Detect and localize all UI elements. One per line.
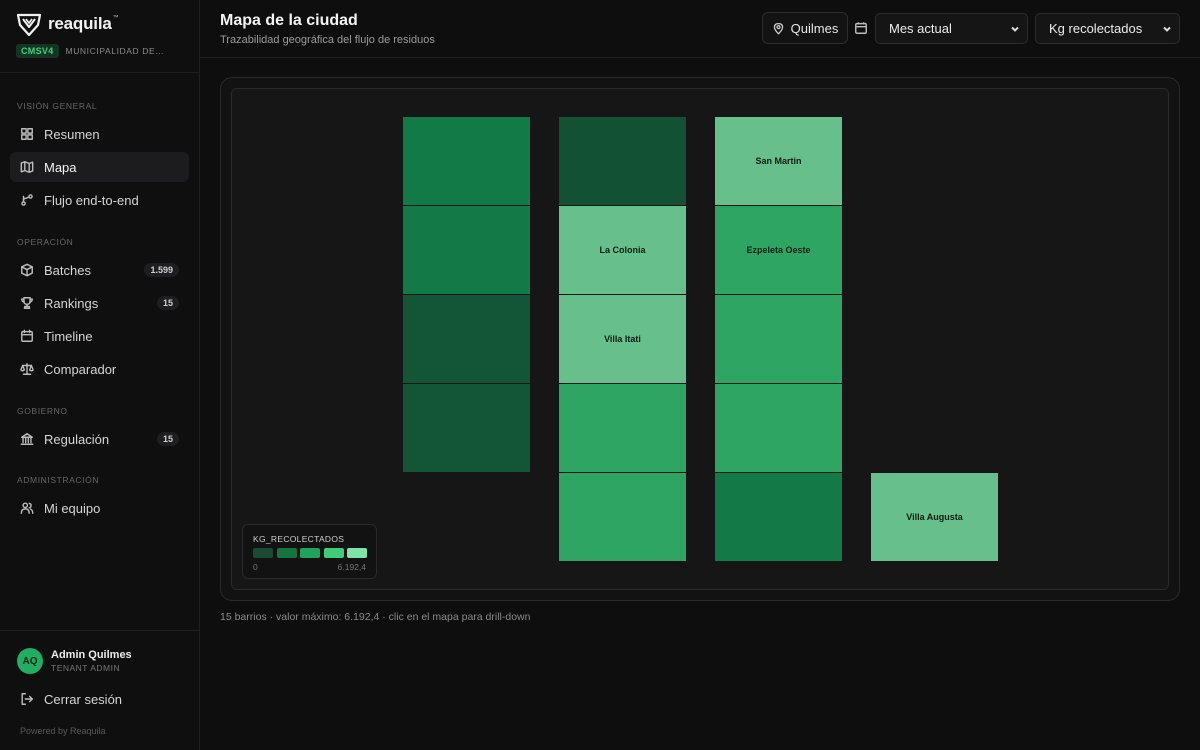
user-role: TENANT ADMIN bbox=[51, 663, 121, 673]
map-cell-barrio-3[interactable] bbox=[403, 384, 530, 472]
sidebar-item-label: Resumen bbox=[44, 126, 100, 142]
legend-max: 6.192,4 bbox=[337, 562, 366, 572]
map-cell-la-colonia[interactable]: La Colonia bbox=[559, 206, 686, 294]
sidebar-item-resumen[interactable]: Resumen bbox=[10, 119, 189, 149]
sidebar-item-label: Mi equipo bbox=[44, 500, 101, 516]
map-cell-ezpeleta-oeste[interactable]: Ezpeleta Oeste bbox=[715, 206, 842, 294]
map-cell-label: La Colonia bbox=[599, 245, 646, 255]
map-cell-barrio-7[interactable] bbox=[559, 384, 686, 472]
sidebar-item-label: Timeline bbox=[44, 328, 93, 344]
user-name: Admin Quilmes bbox=[51, 649, 132, 661]
legend-title: KG_RECOLECTADOS bbox=[253, 534, 345, 544]
metric-select[interactable]: Kg recolectados bbox=[1035, 13, 1180, 44]
map-cell-label: Villa Augusta bbox=[906, 512, 963, 522]
landmark-icon bbox=[20, 432, 34, 446]
chevron-down-icon bbox=[1163, 26, 1171, 32]
grid-icon bbox=[20, 127, 34, 141]
box-icon bbox=[20, 263, 34, 277]
location-label: Quilmes bbox=[790, 20, 839, 36]
map-cell-villa-augusta[interactable]: Villa Augusta bbox=[871, 473, 998, 561]
chevron-down-icon bbox=[1011, 26, 1019, 32]
sidebar-divider bbox=[0, 72, 200, 73]
legend-min: 0 bbox=[253, 562, 258, 572]
sidebar-item-label: Regulación bbox=[44, 431, 110, 447]
sidebar-item-batches[interactable]: Batches 1.599 bbox=[10, 255, 189, 285]
sidebar: reaquila ™ CMSV4 MUNICIPALIDAD DE QUILME… bbox=[0, 0, 200, 750]
users-icon bbox=[20, 501, 34, 515]
sidebar-item-rankings[interactable]: Rankings 15 bbox=[10, 288, 189, 318]
legend-swatch bbox=[323, 548, 344, 558]
map-cell-barrio-2[interactable] bbox=[403, 295, 530, 383]
sidebar-item-flujo[interactable]: Flujo end-to-end bbox=[10, 185, 189, 215]
sidebar-item-label: Comparador bbox=[44, 361, 117, 377]
map-cell-label: Ezpeleta Oeste bbox=[746, 245, 811, 255]
map-cell-barrio-0[interactable] bbox=[403, 117, 530, 205]
sidebar-item-mi-equipo[interactable]: Mi equipo bbox=[10, 493, 189, 523]
scale-icon bbox=[20, 362, 34, 376]
reaquila-logo-icon bbox=[16, 12, 42, 37]
logout-button[interactable]: Cerrar sesión bbox=[10, 684, 189, 714]
sidebar-item-label: Batches bbox=[44, 262, 91, 278]
map-cell-san-martin[interactable]: San Martin bbox=[715, 117, 842, 205]
count-badge: 15 bbox=[156, 432, 179, 446]
logout-label: Cerrar sesión bbox=[44, 691, 123, 707]
section-label-vision-general: VISIÓN GENERAL bbox=[17, 101, 98, 111]
section-label-administracion: ADMINISTRACIÓN bbox=[17, 475, 100, 485]
sidebar-item-label: Flujo end-to-end bbox=[44, 192, 139, 208]
page-title: Mapa de la ciudad bbox=[220, 12, 358, 29]
map-legend: KG_RECOLECTADOS 0 6.192,4 bbox=[242, 524, 377, 579]
tenant-info: CMSV4 MUNICIPALIDAD DE QUILMES bbox=[16, 44, 196, 58]
map-cell-villa-itati[interactable]: Villa Itati bbox=[559, 295, 686, 383]
page-subtitle: Trazabilidad geográfica del flujo de res… bbox=[220, 34, 435, 46]
count-badge: 15 bbox=[156, 296, 179, 310]
sidebar-item-timeline[interactable]: Timeline bbox=[10, 321, 189, 351]
map-cell-barrio-1[interactable] bbox=[403, 206, 530, 294]
brand-name: reaquila bbox=[48, 14, 112, 33]
map-cell-barrio-4[interactable] bbox=[559, 117, 686, 205]
location-button[interactable]: Quilmes bbox=[762, 12, 848, 44]
flow-icon bbox=[20, 193, 34, 207]
legend-swatch bbox=[347, 548, 367, 558]
user-profile[interactable]: AQ Admin Quilmes TENANT ADMIN bbox=[17, 648, 132, 674]
count-badge: 1.599 bbox=[144, 263, 179, 277]
sidebar-item-label: Mapa bbox=[44, 159, 77, 175]
sidebar-item-mapa[interactable]: Mapa bbox=[10, 152, 189, 182]
period-select-value: Mes actual bbox=[889, 21, 952, 36]
map-footnote: 15 barrios · valor máximo: 6.192,4 · cli… bbox=[220, 611, 531, 623]
legend-swatch bbox=[276, 548, 297, 558]
page-header: Mapa de la ciudad Trazabilidad geográfic… bbox=[200, 0, 1200, 58]
avatar: AQ bbox=[17, 648, 43, 674]
brand-trademark: ™ bbox=[112, 15, 119, 21]
calendar-icon bbox=[20, 329, 34, 343]
powered-by: Powered by Reaquila bbox=[20, 726, 106, 736]
calendar-icon bbox=[854, 21, 868, 35]
logout-icon bbox=[20, 692, 34, 706]
section-label-operacion: OPERACIÓN bbox=[17, 237, 74, 247]
tenant-name: MUNICIPALIDAD DE QUILMES bbox=[65, 46, 166, 56]
map-cell-barrio-8[interactable] bbox=[559, 473, 686, 561]
map-cell-barrio-13[interactable] bbox=[715, 473, 842, 561]
tenant-badge: CMSV4 bbox=[16, 44, 59, 58]
map-canvas[interactable] bbox=[231, 88, 1169, 590]
sidebar-item-label: Rankings bbox=[44, 295, 99, 311]
sidebar-divider bbox=[0, 630, 200, 631]
legend-swatch bbox=[253, 548, 273, 558]
legend-swatch bbox=[300, 548, 320, 558]
sidebar-item-comparador[interactable]: Comparador bbox=[10, 354, 189, 384]
section-label-gobierno: GOBIERNO bbox=[17, 406, 68, 416]
map-icon bbox=[20, 160, 34, 174]
map-cell-barrio-12[interactable] bbox=[715, 384, 842, 472]
map-pin-icon bbox=[773, 22, 783, 35]
map-cell-label: San Martin bbox=[755, 156, 802, 166]
period-select[interactable]: Mes actual bbox=[875, 13, 1028, 44]
metric-select-value: Kg recolectados bbox=[1049, 21, 1143, 36]
brand[interactable]: reaquila ™ bbox=[16, 12, 119, 37]
trophy-icon bbox=[20, 296, 34, 310]
map-cell-barrio-11[interactable] bbox=[715, 295, 842, 383]
sidebar-item-regulacion[interactable]: Regulación 15 bbox=[10, 424, 189, 454]
map-cell-label: Villa Itati bbox=[604, 334, 641, 344]
